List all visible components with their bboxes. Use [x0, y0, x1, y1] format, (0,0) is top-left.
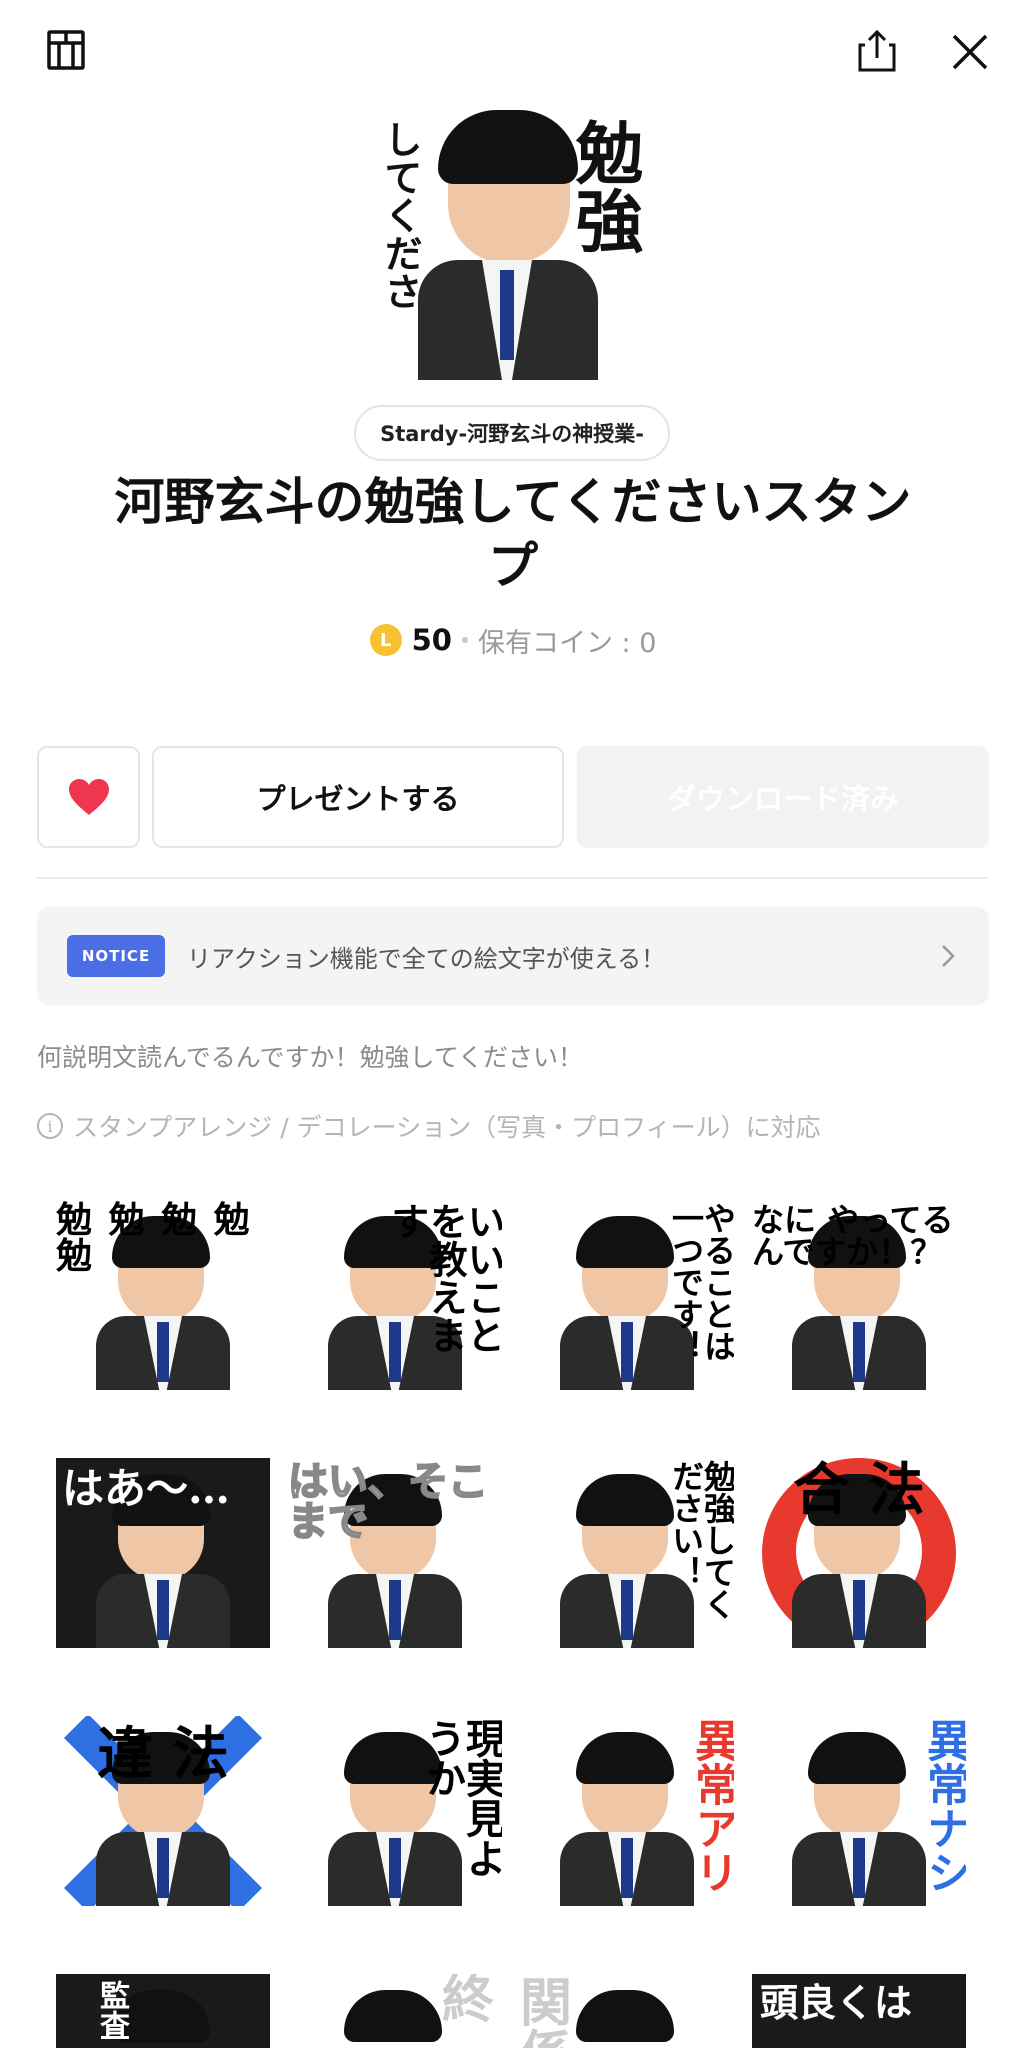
page-title: 河野玄斗の勉強してくださいスタンプ — [114, 473, 912, 595]
sticker-item[interactable]: 違 法 — [56, 1716, 270, 1906]
sticker-item[interactable]: 監査 — [56, 1974, 270, 2048]
sticker-caption: 関係 — [520, 1974, 633, 2048]
close-icon[interactable] — [948, 30, 992, 74]
sticker-item[interactable]: はあ〜… — [56, 1458, 270, 1648]
sticker-caption: 終 — [441, 1974, 494, 2030]
share-icon[interactable] — [854, 28, 900, 74]
divider — [37, 877, 989, 879]
sticker-caption: いいことを教えます — [385, 1202, 502, 1354]
hero-caption-side: してください！ — [378, 120, 423, 310]
sticker-item[interactable]: 異常アリ — [520, 1716, 734, 1906]
owned-coins: 保有コイン : 0 — [477, 627, 657, 659]
sticker-caption: 異常アリ — [687, 1718, 734, 1894]
compat-note: i スタンプアレンジ / デコレーション（写真・プロフィール）に対応 — [37, 1108, 821, 1144]
sticker-caption: はい、そこまで — [288, 1458, 489, 1545]
sticker-caption: なに やってるんですか！？ — [752, 1201, 954, 1271]
sticker-caption: 頭良くは — [760, 1980, 913, 2025]
sticker-item[interactable]: はい、そこまで — [288, 1458, 502, 1648]
chevron-right-icon — [942, 945, 955, 967]
hero-caption-main: 勉強 — [563, 118, 643, 254]
notice-text: リアクション機能で全ての絵文字が使える！ — [187, 944, 666, 973]
sticker-caption: 現実見ようか — [419, 1718, 502, 1878]
sticker-item[interactable]: 現実見ようか — [288, 1716, 502, 1906]
gift-button[interactable]: プレゼントする — [152, 746, 564, 848]
sticker-caption: 勉 勉 勉 勉 勉 — [56, 1200, 252, 1277]
info-icon: i — [37, 1113, 63, 1139]
notice-banner[interactable]: NOTICE リアクション機能で全ての絵文字が使える！ — [37, 907, 989, 1005]
sticker-item[interactable]: 勉強してください！ — [520, 1458, 734, 1648]
sticker-item[interactable]: 異常ナシ — [752, 1716, 966, 1906]
shop-icon[interactable] — [44, 28, 88, 72]
sticker-item[interactable]: 勉 勉 勉 勉 勉 — [56, 1200, 270, 1390]
download-button[interactable]: ダウンロード済み — [577, 746, 989, 848]
heart-icon — [68, 779, 109, 815]
sticker-item[interactable]: やることは一つです！ — [520, 1200, 734, 1390]
sticker-caption: 違 法 — [97, 1721, 229, 1787]
sticker-caption: 合 法 — [793, 1458, 925, 1523]
coin-icon: L — [369, 624, 402, 656]
favorite-button[interactable] — [37, 746, 140, 848]
sticker-item[interactable]: 合 法 — [752, 1458, 966, 1648]
sticker-caption: 監査 — [94, 1980, 129, 2040]
sticker-item[interactable]: 関係 — [520, 1974, 734, 2048]
price-amount: 50 — [411, 623, 452, 657]
sticker-item[interactable]: なに やってるんですか！？ — [752, 1200, 966, 1390]
sticker-item[interactable]: 終 — [288, 1974, 502, 2048]
sticker-caption: 勉強してください！ — [667, 1460, 734, 1620]
sticker-caption: はあ〜… — [62, 1464, 231, 1513]
compat-text: スタンプアレンジ / デコレーション（写真・プロフィール）に対応 — [73, 1113, 821, 1142]
sticker-caption: やることは一つです！ — [667, 1202, 734, 1362]
sticker-item[interactable]: 頭良くは — [752, 1974, 966, 2048]
notice-badge: NOTICE — [67, 935, 165, 977]
sticker-item[interactable]: いいことを教えます — [288, 1200, 502, 1390]
sticker-caption: 異常ナシ — [919, 1718, 966, 1894]
separator-dot — [461, 637, 468, 643]
hero-sticker-image: 勉強 してください！ — [378, 110, 648, 380]
sticker-description: 何説明文読んでるんですか！勉強してください！ — [37, 1043, 584, 1072]
price-row: L 50 保有コイン : 0 — [0, 618, 1026, 662]
creator-link[interactable]: Stardy-河野玄斗の神授業- — [354, 405, 670, 461]
